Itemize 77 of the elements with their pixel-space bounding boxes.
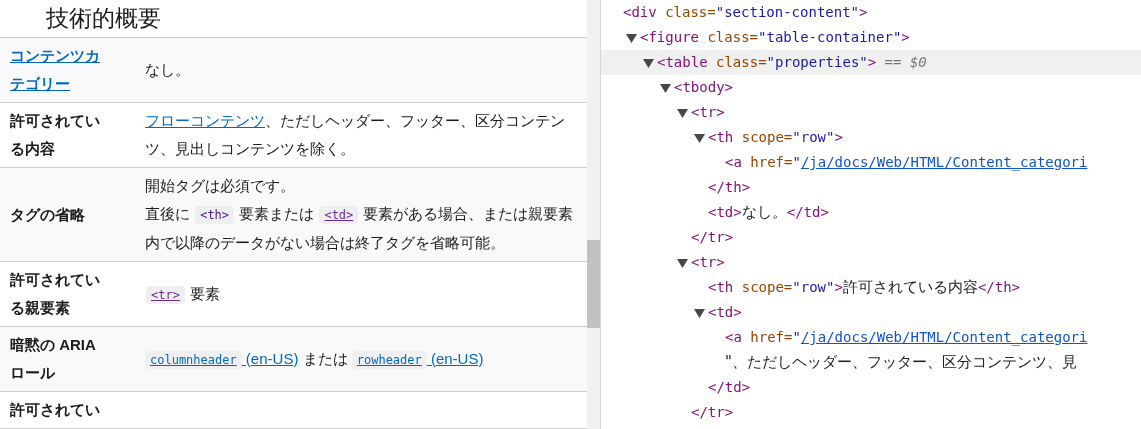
tag-name: <div	[623, 3, 657, 22]
expanded-triangle-icon[interactable]	[694, 132, 705, 143]
cell-text: <tr> 要素	[145, 279, 577, 309]
tag-name: <td	[708, 303, 734, 322]
row-header: タグの省略	[10, 204, 86, 225]
attribute-value: "	[792, 328, 801, 347]
attribute-value: "row"	[792, 128, 835, 147]
tag-name: <th	[708, 278, 734, 297]
row-header: 許可されてい	[10, 400, 101, 420]
attribute-value: "section-content"	[715, 3, 860, 22]
expanded-triangle-icon[interactable]	[660, 82, 671, 93]
tag-name: <table	[657, 53, 708, 72]
tag-end: >	[716, 253, 725, 272]
dom-text: "、ただしヘッダー、フッター、区分コンテンツ、見	[725, 352, 1077, 374]
tag-end: >	[901, 28, 910, 47]
selected-marker: == $0	[883, 53, 927, 72]
tag-end: >	[716, 103, 725, 122]
closing-tag: </td>	[708, 377, 751, 398]
tag-end: >	[834, 128, 843, 147]
attribute-link[interactable]: /ja/docs/Web/HTML/Content_categori	[800, 152, 1088, 173]
link[interactable]: フローコンテンツ	[145, 112, 265, 129]
tag-name: <tr	[691, 103, 717, 122]
scrollbar-thumb[interactable]	[587, 240, 600, 328]
code-snippet: <th>	[195, 206, 235, 224]
attribute-value: "row"	[792, 278, 835, 297]
tag-end: >	[724, 78, 733, 97]
closing-tag: </tr>	[691, 227, 734, 248]
closing-tag: </th>	[977, 277, 1021, 298]
expanded-triangle-icon[interactable]	[626, 32, 637, 43]
cell-text: columnheader (en-US) または rowheader (en-US)	[145, 344, 577, 374]
code-link[interactable]: rowheader	[351, 350, 427, 369]
attribute-value: "properties"	[766, 53, 868, 72]
tag-name: <a	[725, 328, 742, 347]
attribute-name: class=	[715, 53, 767, 72]
cell-text: 直後に <th> 要素または <td> 要素がある場合、または親要素内で以降のデータがない場合は終了タグを省略可能。	[145, 204, 575, 253]
tag-name: <figure	[640, 28, 699, 47]
tag-end: >	[867, 53, 877, 72]
attribute-name: class=	[664, 3, 716, 22]
attribute-name: scope=	[740, 128, 793, 147]
tag-name: <tbody	[674, 78, 725, 97]
tag-name: <th	[708, 128, 734, 147]
attribute-name: scope=	[740, 278, 793, 297]
tag-name: <tr	[691, 253, 717, 272]
expanded-triangle-icon[interactable]	[694, 307, 705, 318]
link[interactable]: (en-US)	[241, 349, 299, 367]
code-link[interactable]: <td>	[319, 206, 359, 224]
tag-end: >	[733, 303, 742, 322]
row-header: 許可されている内容	[10, 111, 101, 159]
row-header-link[interactable]: コンテンツカテゴリー	[10, 42, 110, 98]
attribute-name: class=	[706, 28, 759, 47]
expanded-triangle-icon[interactable]	[677, 257, 688, 268]
cell-text: 開始タグは必須です。	[145, 176, 296, 196]
attribute-value: "table-container"	[758, 28, 902, 47]
cell-text: なし。	[145, 60, 191, 80]
expanded-triangle-icon[interactable]	[643, 57, 654, 68]
tag-end: >	[834, 278, 843, 297]
tag-name: <a	[725, 153, 742, 172]
link[interactable]: (en-US)	[426, 349, 484, 367]
tag-end: >	[859, 3, 868, 22]
selected-dom-node[interactable]: <table class="properties"> == $0	[601, 50, 1141, 75]
tag-name: <td	[708, 203, 734, 222]
row-header: 許可されている親要素	[10, 270, 101, 318]
attribute-name: href=	[749, 328, 793, 347]
attribute-name: href=	[749, 153, 793, 172]
attribute-value: "	[792, 153, 801, 172]
tag-end: >	[733, 203, 742, 222]
closing-tag: </td>	[786, 202, 829, 223]
closing-tag: </tr>	[691, 402, 734, 423]
attribute-link[interactable]: /ja/docs/Web/HTML/Content_categori	[800, 327, 1088, 348]
row-header: 暗黙の ARIA ロール	[10, 335, 97, 383]
code-link[interactable]: <tr>	[146, 285, 185, 304]
inline-text: なし。	[741, 202, 787, 224]
code-link[interactable]: columnheader	[145, 350, 242, 369]
closing-tag: </th>	[708, 177, 751, 198]
expanded-triangle-icon[interactable]	[677, 107, 688, 118]
inline-text: 許可されている内容	[842, 277, 978, 299]
cell-text: フローコンテンツ、ただしヘッダー、フッター、区分コンテンツ、見出しコンテンツを除く。	[145, 111, 566, 159]
